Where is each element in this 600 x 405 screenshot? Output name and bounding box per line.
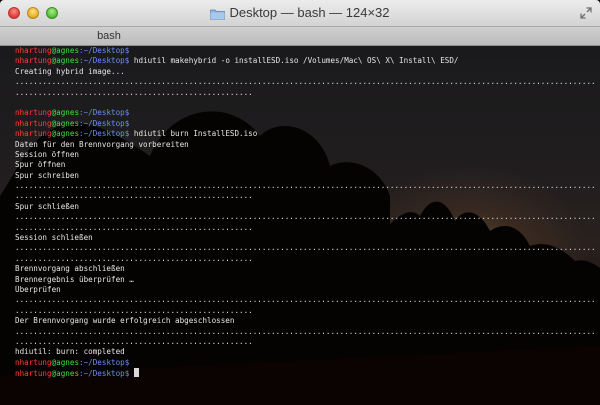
output-line: Spur schließen	[15, 201, 80, 211]
prompt-host: agnes	[56, 369, 80, 379]
prompt-path: :~/Desktop	[79, 108, 125, 118]
prompt-host: agnes	[56, 56, 80, 66]
prompt-path: :~/Desktop	[79, 129, 125, 139]
prompt-line: nhartung@agnes:~/Desktop$	[15, 108, 595, 118]
output-line: Daten für den Brennvorgang vorbereiten	[15, 139, 189, 149]
output-line: ........................................…	[15, 305, 253, 315]
prompt-line: nhartung@agnes:~/Desktop$ hdiutil makehy…	[15, 56, 595, 66]
output-line: Brennergebnis überprüfen …	[15, 274, 134, 284]
output-line: ........................................…	[15, 243, 595, 253]
prompt-path: :~/Desktop	[79, 56, 125, 66]
output-line: ........................................…	[15, 295, 595, 305]
output-line: Spur schreiben	[15, 170, 80, 180]
output-line: ........................................…	[15, 253, 253, 263]
prompt-host: agnes	[56, 46, 80, 55]
window-title-group: Desktop — bash — 124×32	[0, 5, 600, 23]
prompt-line: nhartung@agnes:~/Desktop$	[15, 46, 595, 56]
tab-bar: bash	[0, 27, 600, 46]
prompt-path: :~/Desktop	[79, 357, 125, 367]
folder-icon	[210, 8, 226, 23]
prompt-line: nhartung@agnes:~/Desktop$	[15, 368, 595, 378]
output-line: Der Brennvorgang wurde erfolgreich abges…	[15, 316, 235, 326]
prompt-line: nhartung@agnes:~/Desktop$	[15, 358, 595, 368]
prompt-path: :~/Desktop	[79, 118, 125, 128]
text-cursor	[133, 368, 139, 378]
output-line: ........................................…	[15, 326, 595, 336]
prompt-host: agnes	[56, 108, 80, 118]
output-line: ........................................…	[15, 191, 253, 201]
prompt-path: :~/Desktop	[79, 46, 125, 55]
terminal-window: Desktop — bash — 124×32 bash nhartung@ag…	[0, 0, 600, 405]
prompt-symbol: $	[124, 108, 130, 118]
prompt-symbol: $	[124, 46, 130, 55]
prompt-user: nhartung	[15, 129, 52, 139]
output-line: hdiutil: burn: completed	[15, 347, 125, 357]
prompt-user: nhartung	[15, 357, 52, 367]
prompt-host: agnes	[56, 129, 80, 139]
output-line: ........................................…	[15, 212, 595, 222]
output-line: ........................................…	[15, 336, 253, 346]
command-text: hdiutil burn InstallESD.iso	[129, 129, 258, 139]
output-line: Spur öffnen	[15, 160, 66, 170]
title-bar[interactable]: Desktop — bash — 124×32	[0, 0, 600, 27]
prompt-host: agnes	[56, 118, 80, 128]
prompt-path: :~/Desktop	[79, 369, 125, 379]
prompt-host: agnes	[56, 357, 80, 367]
prompt-symbol: $	[124, 118, 130, 128]
output-line: ........................................…	[15, 87, 253, 97]
output-line: Session schließen	[15, 233, 93, 243]
prompt-user: nhartung	[15, 108, 52, 118]
output-line: Creating hybrid image...	[15, 66, 125, 76]
prompt-user: nhartung	[15, 46, 52, 55]
output-line: ........................................…	[15, 181, 595, 191]
prompt-user: nhartung	[15, 118, 52, 128]
output-line: ........................................…	[15, 222, 253, 232]
terminal-content[interactable]: nhartung@agnes:~/Desktop$ nhartung@agnes:…	[0, 46, 600, 405]
fullscreen-icon[interactable]	[580, 6, 592, 24]
command-text: hdiutil makehybrid -o installESD.iso /Vo…	[129, 56, 459, 66]
tab-bash[interactable]: bash	[0, 27, 218, 45]
prompt-user: nhartung	[15, 56, 52, 66]
prompt-user: nhartung	[15, 369, 52, 379]
window-title: Desktop — bash — 124×32	[229, 5, 390, 20]
prompt-symbol: $	[124, 357, 130, 367]
output-line: Überprüfen	[15, 284, 61, 294]
output-line: ........................................…	[15, 77, 595, 87]
output-line: Brennvorgang abschließen	[15, 264, 125, 274]
prompt-line: nhartung@agnes:~/Desktop$	[15, 119, 595, 129]
prompt-line: nhartung@agnes:~/Desktop$ hdiutil burn I…	[15, 129, 595, 139]
terminal-output: nhartung@agnes:~/Desktop$ nhartung@agnes:…	[15, 46, 595, 379]
output-line: Session öffnen	[15, 149, 80, 159]
